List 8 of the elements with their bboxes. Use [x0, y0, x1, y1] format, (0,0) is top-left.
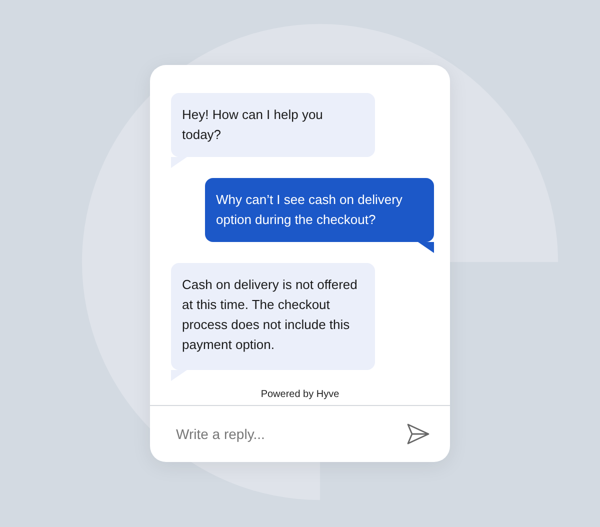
message-bubble: Hey! How can I help you today? — [171, 93, 375, 157]
message-bubble: Cash on delivery is not offered at this time. The checkout process does not include this payment option. — [171, 263, 375, 370]
reply-field[interactable]: Write a reply... — [176, 424, 376, 444]
powered-by-text: Powered by Hyve — [260, 388, 340, 402]
bubble-tail-icon — [418, 242, 434, 253]
send-icon — [406, 423, 430, 445]
send-button[interactable] — [406, 422, 430, 446]
message-bubble: Why can’t I see cash on delivery option during the checkout? — [205, 178, 434, 242]
